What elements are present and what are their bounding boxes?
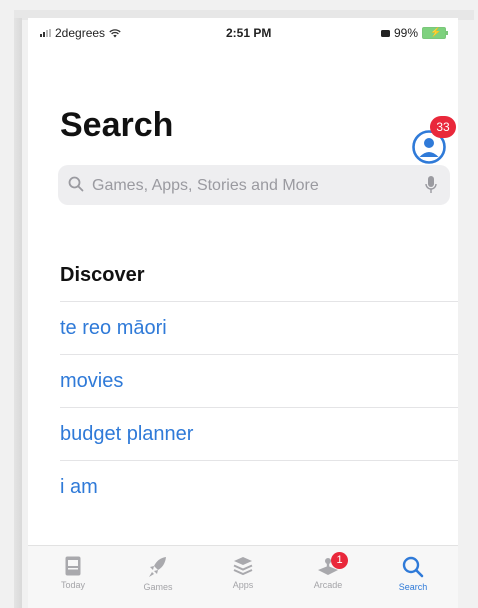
tab-apps[interactable]: Apps [208,550,278,606]
account-badge: 33 [430,116,456,138]
divider [60,301,458,302]
tab-label: Arcade [313,580,343,590]
search-icon [402,556,424,578]
signal-icon [40,29,51,37]
divider [60,407,458,408]
page-title: Search [60,106,174,144]
orientation-lock-icon [380,29,390,37]
tab-label: Today [60,580,86,590]
search-bar[interactable] [58,165,450,207]
wifi-icon [109,28,121,37]
tab-games[interactable]: Games [123,550,193,606]
carrier-label: 2degrees [55,26,106,40]
tab-arcade[interactable]: 1 Arcade [293,550,363,606]
tab-search[interactable]: Search [378,550,448,606]
search-icon [68,176,84,192]
battery-percent: 99% [393,26,418,40]
rocket-icon [149,557,166,577]
tab-label: Games [143,582,173,592]
phone-screen: 2degrees 2:51 PM 99% ⚡ Search 33 Discove… [28,18,458,608]
tab-label: Apps [232,580,254,590]
today-icon [65,556,81,576]
discover-item-i-am[interactable]: i am [60,476,98,499]
status-right: 99% ⚡ [380,26,448,40]
tab-label: Search [398,582,428,592]
discover-item-budget-planner[interactable]: budget planner [60,423,193,446]
divider [60,460,458,461]
frame-edge-left [14,18,22,608]
battery-icon: ⚡ [422,27,448,39]
status-time: 2:51 PM [226,26,272,40]
tab-today[interactable]: Today [38,550,108,606]
stack-icon [233,557,253,576]
status-left: 2degrees [40,26,121,40]
discover-item-te-reo-maori[interactable]: te reo māori [60,317,167,340]
microphone-icon[interactable] [425,176,437,194]
tab-bar: Today Games Apps 1 Arcade Search [28,545,458,608]
discover-heading: Discover [60,264,145,286]
search-input[interactable] [90,165,414,207]
discover-item-movies[interactable]: movies [60,370,123,393]
arcade-badge: 1 [331,552,348,569]
status-bar: 2degrees 2:51 PM 99% ⚡ [28,18,458,46]
divider [60,354,458,355]
